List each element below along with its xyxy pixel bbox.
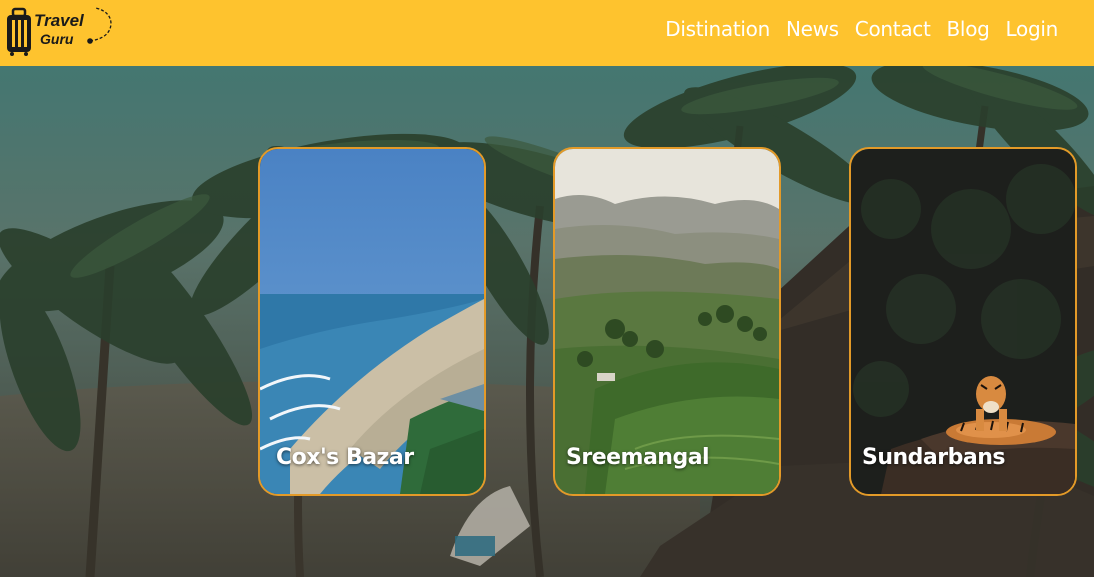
beach-coastline-photo — [260, 149, 484, 494]
brand-line1: Travel — [34, 11, 84, 30]
nav-link-distination[interactable]: Distination — [665, 17, 770, 41]
destination-card-sreemangal[interactable]: Sreemangal — [553, 147, 781, 496]
brand-logo[interactable]: Travel Guru — [4, 4, 116, 56]
card-title: Sundarbans — [862, 445, 1005, 470]
nav-link-news[interactable]: News — [786, 17, 839, 41]
main-nav: Distination News Contact Blog Login — [665, 17, 1058, 41]
card-title: Cox's Bazar — [276, 445, 414, 470]
destination-card-coxs-bazar[interactable]: Cox's Bazar — [258, 147, 486, 496]
card-title: Sreemangal — [566, 445, 710, 470]
tiger-forest-photo — [851, 149, 1075, 494]
destination-card-sundarbans[interactable]: Sundarbans — [849, 147, 1077, 496]
navbar: Travel Guru Distination News Contact Blo… — [0, 0, 1094, 66]
nav-link-login[interactable]: Login — [1006, 17, 1059, 41]
tea-garden-hills-photo — [555, 149, 779, 494]
nav-link-contact[interactable]: Contact — [855, 17, 931, 41]
brand-line2: Guru — [40, 31, 74, 47]
nav-link-blog[interactable]: Blog — [947, 17, 990, 41]
